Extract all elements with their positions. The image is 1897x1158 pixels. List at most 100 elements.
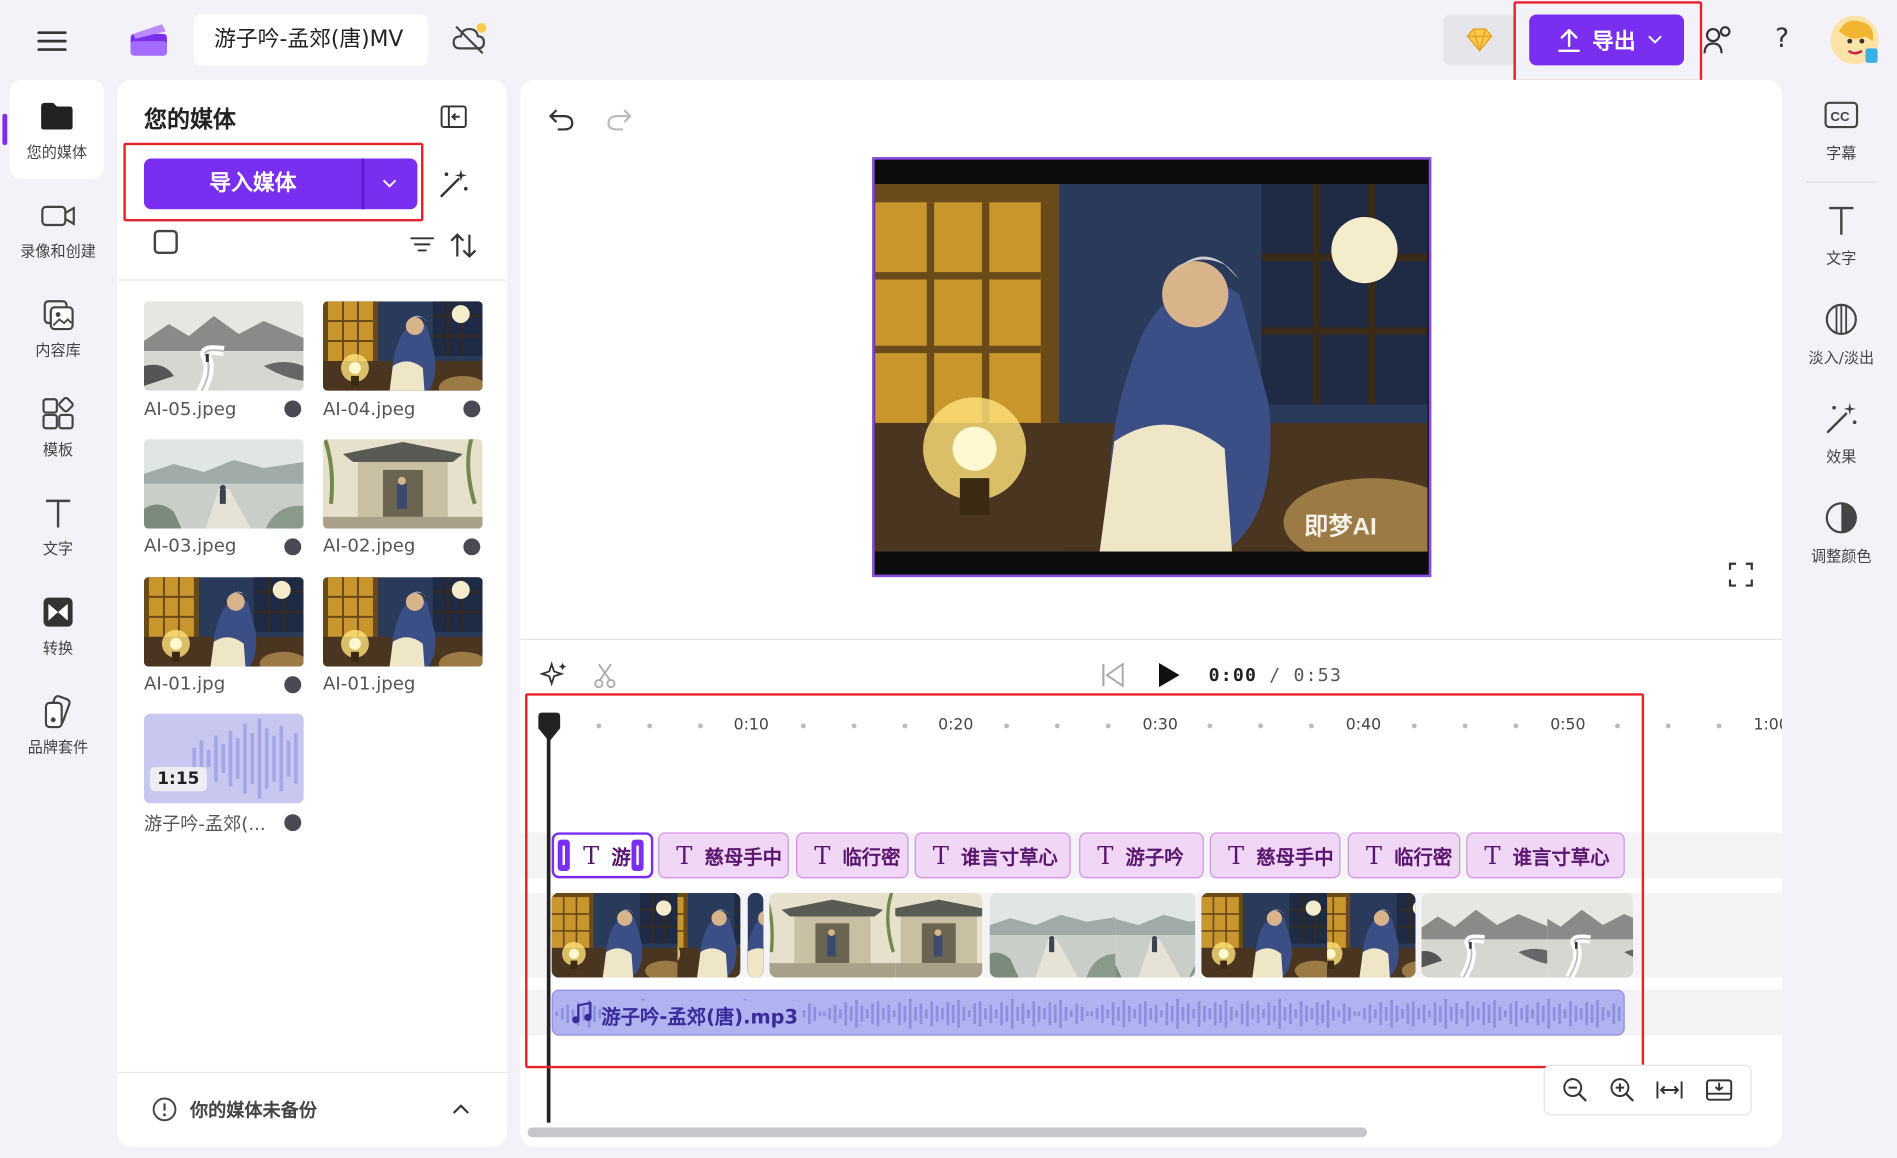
captions-icon: CC xyxy=(1824,101,1859,128)
nav-label: 内容库 xyxy=(35,340,81,359)
adjust-color-icon xyxy=(1825,501,1857,533)
time-display: 0:00 / 0:53 xyxy=(1209,664,1342,686)
watermark-text: 即梦AI xyxy=(1304,514,1377,541)
nav-adjust-color[interactable]: 调整颜色 xyxy=(1793,483,1890,582)
check-icon xyxy=(284,676,302,694)
audio-thumbnail[interactable]: 1:15 xyxy=(143,713,304,804)
premium-button[interactable] xyxy=(1443,14,1516,66)
media-thumbnail[interactable] xyxy=(323,577,483,667)
backup-text: 你的媒体未备份 xyxy=(189,1099,317,1121)
effects-icon xyxy=(1826,402,1857,433)
redo-icon[interactable] xyxy=(605,104,634,133)
import-media-label: 导入媒体 xyxy=(209,170,297,196)
video-preview[interactable]: 即梦AI xyxy=(872,157,1432,578)
chevron-down-icon[interactable] xyxy=(381,174,398,191)
export-button[interactable]: 导出 xyxy=(1529,14,1685,66)
media-thumbnail[interactable] xyxy=(323,439,483,529)
media-name: AI-01.jpg xyxy=(143,672,226,695)
divider xyxy=(117,1071,507,1074)
folder-icon xyxy=(41,102,73,129)
media-thumbnail[interactable] xyxy=(144,439,304,529)
play-icon[interactable] xyxy=(1154,661,1183,690)
export-label: 导出 xyxy=(1592,29,1636,55)
filter-icon[interactable] xyxy=(408,232,437,256)
media-panel-title: 您的媒体 xyxy=(143,106,236,134)
media-panel: 您的媒体 导入媒体 AI-05.jpeg AI-04.jpeg AI-03.jp… xyxy=(117,79,507,1147)
nav-transitions[interactable]: 转换 xyxy=(10,576,107,675)
divider xyxy=(520,638,1783,640)
media-thumbnail[interactable] xyxy=(144,577,304,667)
nav-captions[interactable]: CC 字幕 xyxy=(1793,80,1890,179)
share-icon[interactable] xyxy=(1702,24,1733,55)
nav-label: 文字 xyxy=(1826,248,1857,267)
nav-brand-kit[interactable]: 品牌套件 xyxy=(10,675,107,774)
media-thumbnail[interactable] xyxy=(323,301,483,391)
nav-text[interactable]: 文字 xyxy=(10,477,107,576)
skip-back-icon[interactable] xyxy=(1098,661,1127,690)
check-icon xyxy=(463,538,481,556)
ruler-label: 1:00 xyxy=(1753,716,1782,735)
fit-timeline-icon[interactable] xyxy=(1655,1077,1684,1104)
menu-icon[interactable] xyxy=(36,29,67,53)
nav-label: 效果 xyxy=(1826,447,1857,466)
undo-icon[interactable] xyxy=(547,104,576,133)
nav-effects[interactable]: 效果 xyxy=(1793,384,1890,483)
nav-label: 调整颜色 xyxy=(1811,546,1872,565)
nav-templates[interactable]: 模板 xyxy=(10,377,107,476)
fullscreen-icon[interactable] xyxy=(1728,561,1755,588)
left-nav: 您的媒体 录像和创建 内容库 模板 文字 转换 品牌套件 xyxy=(2,79,107,774)
backup-notice[interactable]: 你的媒体未备份 xyxy=(151,1096,317,1123)
chevron-up-icon[interactable] xyxy=(451,1102,470,1117)
svg-text:CC: CC xyxy=(1830,108,1850,123)
nav-label: 您的媒体 xyxy=(26,142,88,161)
zoom-in-icon[interactable] xyxy=(1609,1077,1636,1104)
nav-label: 转换 xyxy=(42,638,74,657)
scissors-icon[interactable] xyxy=(590,661,619,690)
collapse-panel-icon[interactable] xyxy=(439,104,468,131)
nav-label: 录像和创建 xyxy=(20,241,96,260)
nav-text-right[interactable]: 文字 xyxy=(1793,185,1890,284)
zoom-toolbar xyxy=(1543,1064,1752,1116)
horizontal-scrollbar[interactable] xyxy=(527,1127,1368,1138)
clipchamp-logo xyxy=(128,22,169,58)
select-all-checkbox[interactable] xyxy=(153,229,178,255)
cloud-off-icon[interactable] xyxy=(451,22,487,56)
media-name: 游子吟-孟郊(... xyxy=(143,812,266,835)
help-icon[interactable]: ? xyxy=(1769,24,1796,55)
nav-your-media[interactable]: 您的媒体 xyxy=(2,79,105,180)
media-thumbnail[interactable] xyxy=(144,301,304,391)
project-title[interactable]: 游子吟-孟郊(唐)MV xyxy=(193,14,429,66)
text-icon xyxy=(1829,206,1854,235)
sort-icon[interactable] xyxy=(448,230,479,261)
right-nav: CC 字幕 文字 淡入/淡出 效果 调整颜色 xyxy=(1793,80,1890,582)
import-media-button[interactable]: 导入媒体 xyxy=(143,158,418,210)
import-divider xyxy=(361,158,365,210)
magic-wand-icon[interactable] xyxy=(437,167,471,201)
editor-panel: 即梦AI 0:00 / 0:53 0:10 0:20 0:30 0:40 0:5… xyxy=(520,79,1783,1147)
nav-label: 淡入/淡出 xyxy=(1808,347,1875,366)
sparkle-icon[interactable] xyxy=(539,661,569,690)
top-bar: 游子吟-孟郊(唐)MV 导出 ? xyxy=(0,0,1897,83)
info-icon xyxy=(152,1097,177,1122)
divider xyxy=(117,279,507,281)
chevron-down-icon xyxy=(1648,35,1662,44)
check-icon xyxy=(284,400,302,418)
check-icon xyxy=(284,814,302,832)
avatar[interactable] xyxy=(1829,15,1880,66)
fade-icon xyxy=(1825,303,1857,335)
nav-label: 模板 xyxy=(42,439,74,458)
templates-icon xyxy=(42,396,74,429)
transition-icon xyxy=(43,597,73,627)
nav-record-create[interactable]: 录像和创建 xyxy=(10,179,107,278)
duration-badge: 1:15 xyxy=(150,767,207,792)
camera-icon xyxy=(41,205,75,226)
expand-timeline-icon[interactable] xyxy=(1704,1077,1733,1104)
divider xyxy=(1806,181,1877,183)
nav-content-library[interactable]: 内容库 xyxy=(10,278,107,377)
active-indicator xyxy=(2,113,8,146)
text-icon xyxy=(45,499,71,527)
nav-fade[interactable]: 淡入/淡出 xyxy=(1793,284,1890,383)
nav-label: 字幕 xyxy=(1826,143,1857,162)
zoom-out-icon[interactable] xyxy=(1562,1077,1589,1104)
media-name: AI-02.jpeg xyxy=(323,534,416,557)
